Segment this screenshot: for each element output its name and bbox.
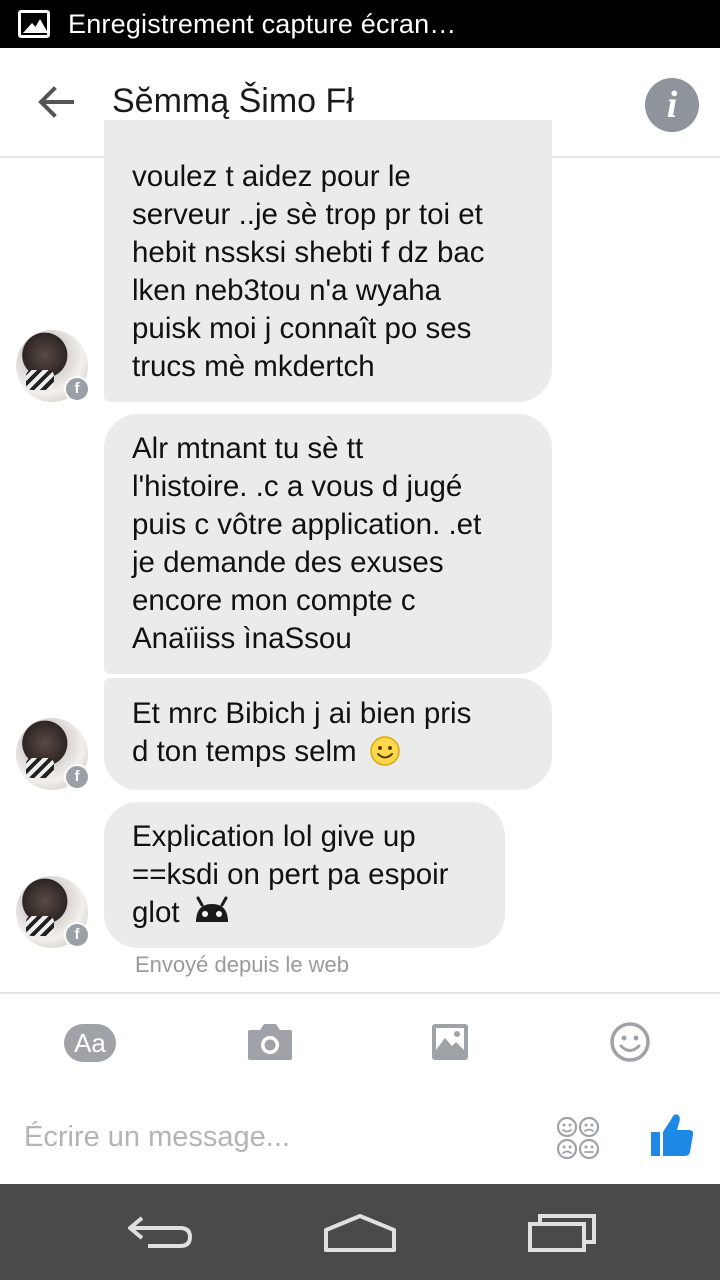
message-line: ==ksdi on pert pa espoir bbox=[132, 858, 449, 891]
gallery-icon[interactable] bbox=[422, 1018, 478, 1066]
message-input[interactable] bbox=[24, 1112, 524, 1162]
facebook-badge-icon: f bbox=[64, 922, 90, 948]
message-bubble[interactable]: voulez t aidez pour le serveur ..je sè t… bbox=[104, 120, 552, 402]
facebook-badge-icon: f bbox=[64, 764, 90, 790]
message-line: Et mrc Bibich j ai bien pris bbox=[132, 697, 472, 730]
message-line: hebit nssksi shebti f dz bac bbox=[132, 236, 485, 269]
message-line: lken neb3tou n'a wyaha bbox=[132, 274, 442, 307]
message-line: Alr mtnant tu sè tt bbox=[132, 432, 364, 465]
camera-icon[interactable] bbox=[242, 1018, 298, 1066]
message-line-with-emoji: d ton temps selm bbox=[132, 733, 524, 777]
screenshot-icon bbox=[18, 10, 50, 38]
avatar[interactable]: f bbox=[16, 876, 90, 948]
message-line: d ton temps selm bbox=[132, 735, 357, 768]
message-bubble[interactable]: Alr mtnant tu sè tt l'histoire. .c a vou… bbox=[104, 414, 552, 674]
message-line: trucs mè mkdertch bbox=[132, 350, 375, 383]
back-nav-icon[interactable] bbox=[122, 1208, 198, 1261]
status-bar: Enregistrement capture écran… bbox=[0, 0, 720, 48]
status-notification: Enregistrement capture écran… bbox=[68, 8, 457, 39]
thumbs-up-icon[interactable] bbox=[648, 1110, 696, 1160]
avatar[interactable]: f bbox=[16, 330, 90, 402]
android-emoji-icon bbox=[192, 896, 232, 936]
recents-nav-icon[interactable] bbox=[524, 1208, 600, 1261]
message-line-with-emoji: glot bbox=[132, 894, 477, 936]
message-line: puisk moi j connaît po ses bbox=[132, 312, 472, 345]
back-arrow-icon[interactable] bbox=[34, 80, 78, 124]
home-nav-icon[interactable] bbox=[320, 1208, 400, 1261]
sent-from-web-note: Envoyé depuis le web bbox=[135, 952, 350, 977]
stickers-icon[interactable] bbox=[554, 1114, 602, 1162]
composer: Aa bbox=[0, 992, 720, 1184]
message-line: puis c vôtre application. .et bbox=[132, 508, 482, 541]
avatar[interactable]: f bbox=[16, 718, 90, 790]
info-icon[interactable]: i bbox=[645, 78, 699, 132]
message-line: l'histoire. .c a vous d jugé bbox=[132, 470, 463, 503]
message-line: Anaïiiss ìnaSsou bbox=[132, 622, 352, 655]
smiley-emoji-icon bbox=[369, 735, 401, 777]
navigation-bar bbox=[0, 1184, 720, 1280]
message-line: Explication lol give up bbox=[132, 820, 416, 853]
conversation-title[interactable]: Sĕmmą Šimo Fł bbox=[112, 82, 354, 121]
text-format-icon[interactable]: Aa bbox=[64, 1024, 116, 1062]
message-line: encore mon compte c bbox=[132, 584, 416, 617]
emoji-icon[interactable] bbox=[602, 1018, 658, 1066]
message-bubble[interactable]: Explication lol give up ==ksdi on pert p… bbox=[104, 802, 505, 948]
message-bubble[interactable]: Et mrc Bibich j ai bien pris d ton temps… bbox=[104, 678, 552, 790]
facebook-badge-icon: f bbox=[64, 376, 90, 402]
message-line: voulez t aidez pour le bbox=[132, 160, 411, 193]
message-line: serveur ..je sè trop pr toi et bbox=[132, 198, 483, 231]
message-line: je demande des exuses bbox=[132, 546, 444, 579]
message-line: glot bbox=[132, 896, 180, 929]
